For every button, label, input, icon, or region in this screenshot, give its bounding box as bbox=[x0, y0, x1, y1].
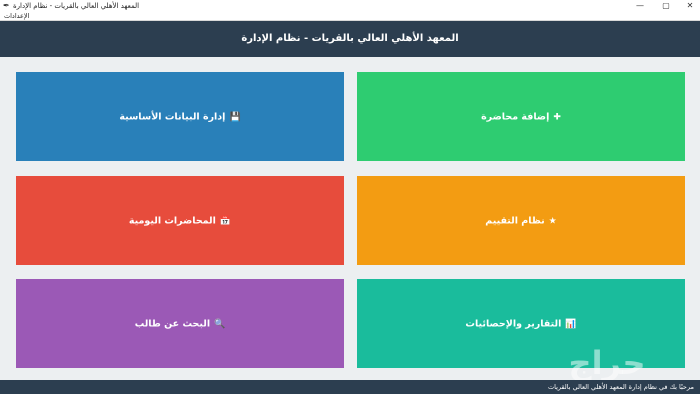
statusbar: مرحبًا بك في نظام إدارة المعهد الأهلي ال… bbox=[0, 380, 700, 394]
daily-lectures-button[interactable]: 📅المحاضرات اليومية bbox=[16, 176, 344, 265]
window-title: المعهد الأهلي العالي بالقريات - نظام الإ… bbox=[13, 2, 140, 10]
status-text: مرحبًا بك في نظام إدارة المعهد الأهلي ال… bbox=[547, 383, 694, 391]
maximize-button[interactable]: ▢ bbox=[654, 0, 678, 12]
chart-icon: 📊 bbox=[565, 319, 577, 329]
window-titlebar: ✒ المعهد الأهلي العالي بالقريات - نظام ا… bbox=[0, 0, 700, 12]
daily-lectures-label: المحاضرات اليومية bbox=[128, 215, 216, 226]
star-icon: ★ bbox=[548, 216, 557, 226]
menu-settings[interactable]: الإعدادات bbox=[4, 12, 29, 21]
calendar-icon: 📅 bbox=[219, 216, 232, 226]
haraj-watermark: حراج bbox=[568, 344, 646, 382]
basic-data-label: إدارة البيانات الأساسية bbox=[119, 111, 226, 122]
minimize-button[interactable]: — bbox=[628, 0, 652, 12]
student-search-button[interactable]: 🔍البحث عن طالب bbox=[16, 279, 344, 368]
evaluation-button[interactable]: ★نظام التقييم bbox=[357, 176, 685, 265]
student-search-label: البحث عن طالب bbox=[134, 318, 211, 329]
magnifier-icon: 🔍 bbox=[214, 319, 226, 329]
app-header: المعهد الأهلي العالي بالقريات - نظام الإ… bbox=[0, 21, 700, 57]
basic-data-button[interactable]: 💾إدارة البيانات الأساسية bbox=[16, 72, 344, 161]
feather-icon: ✒ bbox=[3, 1, 10, 10]
page-title: المعهد الأهلي العالي بالقريات - نظام الإ… bbox=[241, 33, 459, 44]
plus-icon: ✚ bbox=[553, 112, 561, 122]
add-lecture-button[interactable]: ✚إضافة محاضرة bbox=[357, 72, 685, 161]
menubar: الإعدادات bbox=[0, 12, 700, 21]
evaluation-label: نظام التقييم bbox=[485, 215, 545, 226]
close-button[interactable]: ✕ bbox=[678, 0, 700, 12]
floppy-disk-icon: 💾 bbox=[229, 112, 241, 122]
reports-label: التقارير والإحصائيات bbox=[465, 318, 562, 329]
add-lecture-label: إضافة محاضرة bbox=[481, 111, 550, 122]
